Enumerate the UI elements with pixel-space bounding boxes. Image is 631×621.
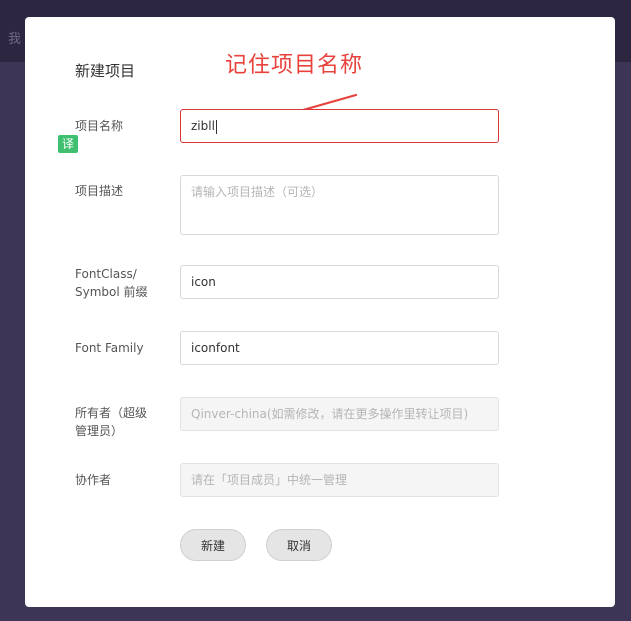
collaborators-label: 协作者 xyxy=(75,473,112,487)
prefix-input[interactable]: icon xyxy=(180,265,499,299)
project-name-input[interactable]: zibll xyxy=(180,109,499,143)
prefix-label-line1: FontClass/ xyxy=(75,267,137,281)
translate-icon[interactable]: 译 xyxy=(58,135,78,153)
project-description-label: 项目描述 xyxy=(75,184,124,198)
dialog-title: 新建项目 xyxy=(75,62,136,80)
text-caret xyxy=(215,119,217,134)
project-description-textarea[interactable]: 请输入项目描述（可选） xyxy=(180,175,499,235)
owner-label-line1: 所有者（超级 xyxy=(75,406,148,420)
project-name-label: 项目名称 xyxy=(75,119,124,133)
font-family-input[interactable]: iconfont xyxy=(180,331,499,365)
create-button[interactable]: 新建 xyxy=(180,529,246,561)
owner-label: 所有者（超级 管理员） xyxy=(75,404,147,440)
background-nav-text: 我 xyxy=(8,32,22,47)
font-family-label: Font Family xyxy=(75,341,144,355)
prefix-label-line2: Symbol 前缀 xyxy=(75,285,148,299)
collaborators-input: 请在「项目成员」中统一管理 xyxy=(180,463,499,497)
owner-label-line2: 管理员） xyxy=(75,424,124,438)
new-project-dialog: 新建项目 记住项目名称 项目名称 译 zibll 项目描述 请输入项目描述（可选… xyxy=(25,17,615,607)
prefix-label: FontClass/ Symbol 前缀 xyxy=(75,265,148,301)
annotation-text: 记住项目名称 xyxy=(225,53,364,78)
project-name-value: zibll xyxy=(191,119,215,133)
cancel-button[interactable]: 取消 xyxy=(266,529,332,561)
owner-input: Qinver-china(如需修改，请在更多操作里转让项目) xyxy=(180,397,499,431)
